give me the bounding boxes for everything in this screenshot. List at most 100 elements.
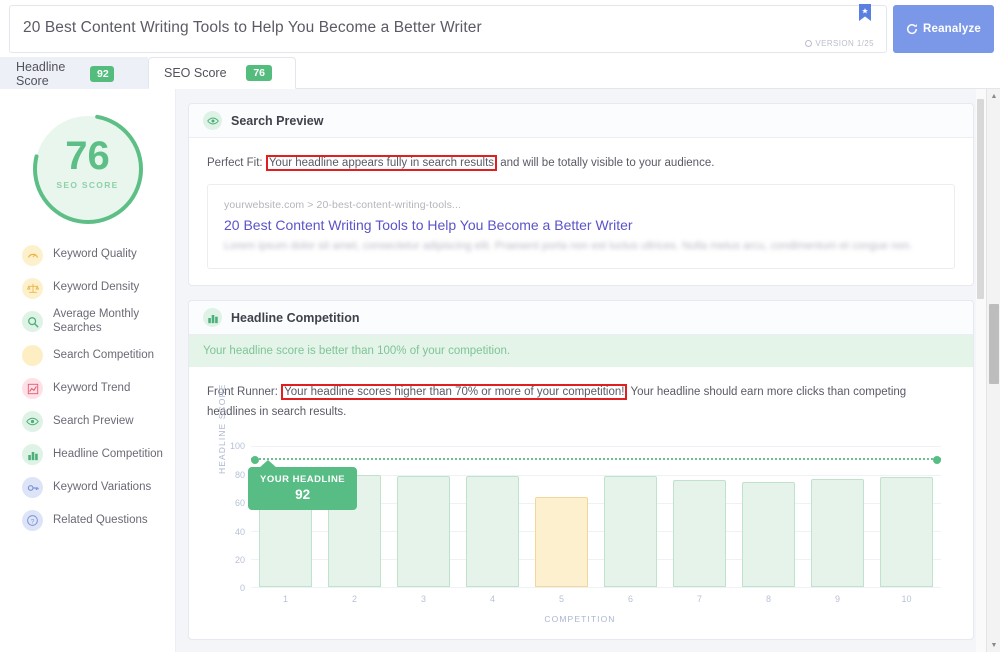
tab-seo-score-badge: 76 <box>246 65 272 81</box>
your-headline-callout: YOUR HEADLINE 92 <box>248 459 358 511</box>
headline-text: 20 Best Content Writing Tools to Help Yo… <box>23 19 482 36</box>
blank-icon <box>22 345 43 367</box>
reanalyze-button[interactable]: Reanalyze <box>893 5 994 53</box>
serp-description: Lorem ipsum dolor sit amet, consectetur … <box>224 240 913 253</box>
gauge-icon <box>22 244 43 266</box>
chart-bar[interactable] <box>811 478 864 588</box>
sidebar-item-keyword-quality[interactable]: Keyword Quality <box>22 242 175 268</box>
chart-bar[interactable] <box>466 476 519 588</box>
chart-bar-slot: 3 <box>389 446 458 604</box>
tab-headline-score-label: Headline Score <box>16 59 66 88</box>
sidebar-item-label: Headline Competition <box>53 447 163 460</box>
chart-bar[interactable] <box>397 476 450 588</box>
search-preview-title: Search Preview <box>231 113 324 128</box>
sidebar-item-label: Keyword Trend <box>53 381 131 394</box>
sidebar-item-keyword-density[interactable]: Keyword Density <box>22 275 175 301</box>
bookmark-icon[interactable] <box>858 4 872 22</box>
chart-bar-slot: 7 <box>665 446 734 604</box>
chart-x-tick: 8 <box>765 594 771 605</box>
sidebar-item-search-competition[interactable]: Search Competition <box>22 343 175 369</box>
chart-y-tick: 100 <box>229 441 245 452</box>
search-preview-card: Search Preview Perfect Fit: Your headlin… <box>188 103 974 287</box>
sidebar: 76 SEO SCORE Keyword Quality Keyword Den… <box>0 89 176 652</box>
sidebar-item-label: Search Preview <box>53 414 134 427</box>
chart-marker-dot-left <box>251 455 259 464</box>
refresh-icon <box>906 24 917 35</box>
serp-result-preview: yourwebsite.com > 20-best-content-writin… <box>207 184 955 270</box>
scroll-down-arrow-icon[interactable]: ▼ <box>987 638 1000 652</box>
eye-icon <box>203 111 222 130</box>
chart-bar-slot: 6 <box>596 446 665 604</box>
chart-x-tick: 5 <box>558 594 564 605</box>
serp-title[interactable]: 20 Best Content Writing Tools to Help Yo… <box>224 217 938 233</box>
sidebar-item-label: Keyword Variations <box>53 480 152 493</box>
page-scrollbar-track[interactable]: ▲ ▼ <box>986 89 1000 652</box>
sidebar-item-search-preview[interactable]: Search Preview <box>22 409 175 435</box>
chart-marker-line <box>251 455 941 464</box>
chart-x-tick: 6 <box>627 594 633 605</box>
headline-competition-header: Headline Competition <box>189 301 973 336</box>
version-indicator: VERSION 1/25 <box>805 39 874 48</box>
headline-competition-body: Front Runner: Your headline scores highe… <box>189 367 973 639</box>
chart-y-axis-label: HEADLINE SCORE <box>217 383 227 475</box>
chart-x-tick: 7 <box>696 594 702 605</box>
chart-y-tick: 60 <box>234 498 245 509</box>
chart-x-tick: 1 <box>282 594 288 605</box>
headline-competition-card: Headline Competition Your headline score… <box>188 300 974 641</box>
search-preview-header: Search Preview <box>189 104 973 138</box>
inner-scrollbar-track[interactable] <box>976 89 986 652</box>
headline-input[interactable]: 20 Best Content Writing Tools to Help Yo… <box>9 4 887 53</box>
seo-score-gauge: 76 SEO SCORE <box>29 110 147 228</box>
sidebar-item-headline-competition[interactable]: Headline Competition <box>22 442 175 468</box>
page-scrollbar-thumb[interactable] <box>989 304 999 384</box>
tab-headline-score[interactable]: Headline Score 92 <box>0 57 148 89</box>
seo-score-caption: SEO SCORE <box>56 180 119 190</box>
version-label: VERSION 1/25 <box>815 39 874 48</box>
chart-x-axis-label: COMPETITION <box>544 614 616 625</box>
scroll-up-arrow-icon[interactable]: ▲ <box>987 89 1000 103</box>
sidebar-item-average-monthly-searches[interactable]: Average Monthly Searches <box>22 308 175 336</box>
chart-bar[interactable] <box>535 497 588 588</box>
chart-x-tick: 4 <box>489 594 495 605</box>
globe-icon <box>805 40 813 47</box>
svg-text:?: ? <box>31 518 35 525</box>
chart-plot-area: 0 20 40 60 80 100 1 2 3 4 5 6 7 8 9 10 YOUR HEADLINE 92 <box>230 441 941 604</box>
chart-x-tick: 10 <box>901 594 912 605</box>
sidebar-item-related-questions[interactable]: ? Related Questions <box>22 508 175 534</box>
question-icon: ? <box>22 510 43 532</box>
bar-chart-icon <box>203 308 222 328</box>
chart-bar-slot: 10 <box>872 446 941 604</box>
scales-icon <box>22 277 43 299</box>
headline-competition-chart: HEADLINE SCORE COMPETITION 0 20 40 60 80 100 1… <box>211 384 949 625</box>
reanalyze-label: Reanalyze <box>922 23 982 35</box>
sidebar-nav: Keyword Quality Keyword Density Average … <box>0 242 175 534</box>
chart-y-tick: 40 <box>234 526 245 537</box>
sidebar-item-label: Keyword Quality <box>53 248 137 261</box>
chart-bar[interactable] <box>742 481 795 588</box>
chart-bar[interactable] <box>604 476 657 588</box>
headline-competition-banner: Your headline score is better than 100% … <box>189 335 973 368</box>
tab-bar: Headline Score 92 SEO Score 76 <box>0 57 1000 89</box>
chart-bar-slot: 4 <box>458 446 527 604</box>
tab-headline-score-badge: 92 <box>90 65 114 82</box>
search-preview-verdict-highlight: Your headline appears fully in search re… <box>265 155 498 171</box>
trend-chart-icon <box>22 378 43 400</box>
sidebar-item-keyword-variations[interactable]: Keyword Variations <box>22 475 175 501</box>
search-preview-verdict-label: Perfect Fit: <box>207 157 263 169</box>
chart-gridline: 0 <box>240 583 941 593</box>
sidebar-item-keyword-trend[interactable]: Keyword Trend <box>22 376 175 402</box>
your-headline-callout-value: 92 <box>295 487 311 503</box>
chart-bar[interactable] <box>673 480 726 588</box>
chart-bar-slot: 8 <box>734 446 803 604</box>
search-icon <box>22 311 43 333</box>
chart-bar[interactable] <box>880 477 933 588</box>
headline-competition-verdict: Front Runner: Your headline scores highe… <box>207 382 955 422</box>
inner-scrollbar-thumb[interactable] <box>977 99 984 299</box>
sidebar-item-label: Average Monthly Searches <box>53 308 140 334</box>
app-header: 20 Best Content Writing Tools to Help Yo… <box>0 0 1000 57</box>
chart-y-tick: 0 <box>239 583 245 594</box>
chart-marker-dot-right <box>933 455 941 464</box>
headline-competition-verdict-highlight: Your headline scores higher than 70% or … <box>281 384 628 401</box>
tab-seo-score[interactable]: SEO Score 76 <box>148 57 296 89</box>
app-root: 20 Best Content Writing Tools to Help Yo… <box>0 0 1000 652</box>
